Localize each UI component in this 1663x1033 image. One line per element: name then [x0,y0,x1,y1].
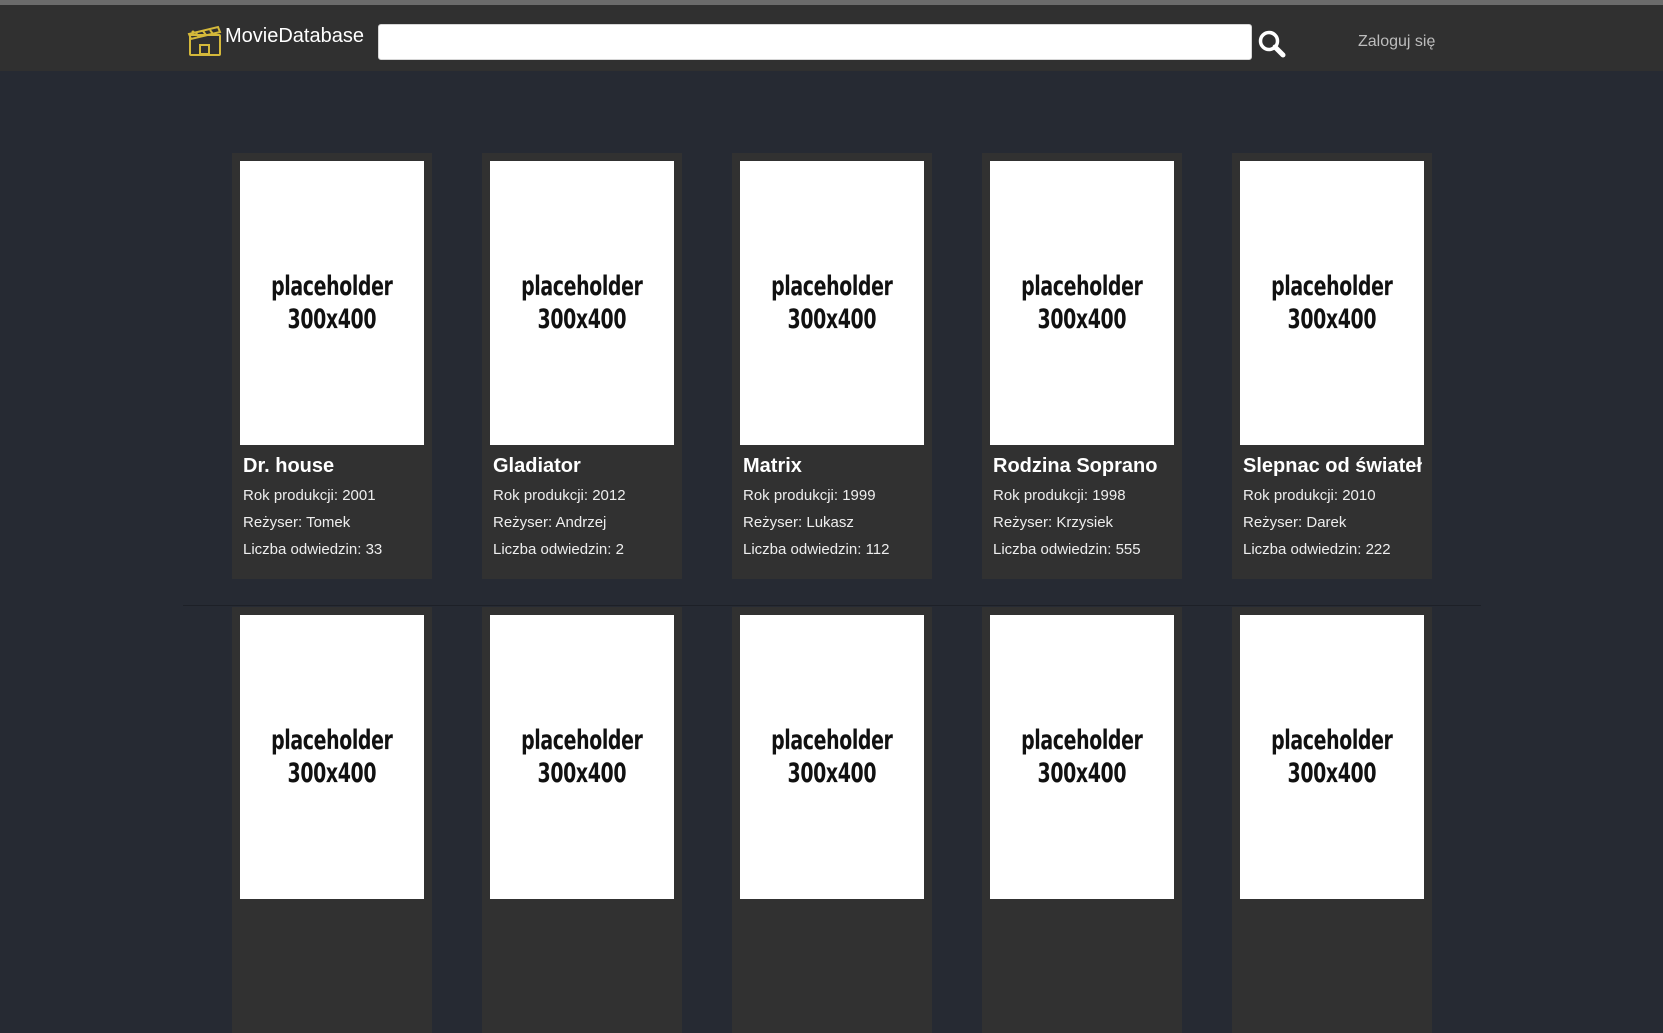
movie-title[interactable]: Rodzina Soprano [993,455,1174,478]
movie-row: placeholder 300x400 placeholder 300x400 pl… [232,607,1432,1033]
movie-director: Reżyser: Krzysiek [993,514,1114,531]
poster-placeholder-text: placeholder 300x400 [1271,271,1393,335]
movie-card[interactable]: placeholder 300x400 Matrix Rok produkcji:… [732,153,932,579]
row-divider [183,605,1481,606]
movie-year: Rok produkcji: 1999 [743,487,876,504]
brand-link[interactable]: MovieDatabase [187,20,364,60]
movie-poster: placeholder 300x400 [990,615,1174,899]
poster-placeholder-text: placeholder 300x400 [1271,725,1393,789]
poster-placeholder-text: placeholder 300x400 [271,271,393,335]
movie-director: Reżyser: Lukasz [743,514,854,531]
search-button[interactable] [1255,27,1289,61]
movie-year: Rok produkcji: 1998 [993,487,1126,504]
brand-name: MovieDatabase [225,24,364,47]
clapperboard-icon [187,25,222,56]
movie-visits: Liczba odwiedzin: 555 [993,541,1141,558]
movie-title[interactable]: Dr. house [243,455,424,478]
poster-placeholder-text: placeholder 300x400 [771,725,893,789]
movie-card[interactable]: placeholder 300x400 [982,607,1182,1033]
movie-title[interactable]: Matrix [743,455,924,478]
movie-card[interactable]: placeholder 300x400 Slepnac od świateł Ro… [1232,153,1432,579]
search-icon [1258,30,1286,58]
movie-poster: placeholder 300x400 [1240,615,1424,899]
movie-poster: placeholder 300x400 [490,615,674,899]
movie-poster: placeholder 300x400 [240,161,424,445]
movie-poster: placeholder 300x400 [740,615,924,899]
poster-placeholder-text: placeholder 300x400 [1021,725,1143,789]
movie-director: Reżyser: Andrzej [493,514,607,531]
movie-year: Rok produkcji: 2012 [493,487,626,504]
movie-visits: Liczba odwiedzin: 222 [1243,541,1391,558]
movie-poster: placeholder 300x400 [240,615,424,899]
poster-placeholder-text: placeholder 300x400 [521,271,643,335]
poster-placeholder-text: placeholder 300x400 [1021,271,1143,335]
movie-card[interactable]: placeholder 300x400 Rodzina Soprano Rok p… [982,153,1182,579]
movie-director: Reżyser: Darek [1243,514,1347,531]
movie-title[interactable]: Slepnac od świateł [1243,455,1424,478]
movie-poster: placeholder 300x400 [740,161,924,445]
movie-card[interactable]: placeholder 300x400 Dr. house Rok produkc… [232,153,432,579]
movie-card[interactable]: placeholder 300x400 Gladiator Rok produkc… [482,153,682,579]
movie-poster: placeholder 300x400 [1240,161,1424,445]
poster-placeholder-text: placeholder 300x400 [521,725,643,789]
search-input[interactable] [378,24,1252,60]
movie-year: Rok produkcji: 2010 [1243,487,1376,504]
movie-visits: Liczba odwiedzin: 33 [243,541,383,558]
poster-placeholder-text: placeholder 300x400 [771,271,893,335]
movie-card[interactable]: placeholder 300x400 [482,607,682,1033]
movie-visits: Liczba odwiedzin: 2 [493,541,624,558]
movie-poster: placeholder 300x400 [990,161,1174,445]
movie-card[interactable]: placeholder 300x400 [732,607,932,1033]
movie-card[interactable]: placeholder 300x400 [232,607,432,1033]
movie-row: placeholder 300x400 Dr. house Rok produkc… [232,153,1432,579]
poster-placeholder-text: placeholder 300x400 [271,725,393,789]
movie-poster: placeholder 300x400 [490,161,674,445]
navbar: MovieDatabase Zaloguj się [0,5,1663,71]
movie-director: Reżyser: Tomek [243,514,351,531]
movie-year: Rok produkcji: 2001 [243,487,376,504]
movie-visits: Liczba odwiedzin: 112 [743,541,890,558]
movie-card[interactable]: placeholder 300x400 [1232,607,1432,1033]
login-link[interactable]: Zaloguj się [1358,33,1435,51]
movie-title[interactable]: Gladiator [493,455,674,478]
